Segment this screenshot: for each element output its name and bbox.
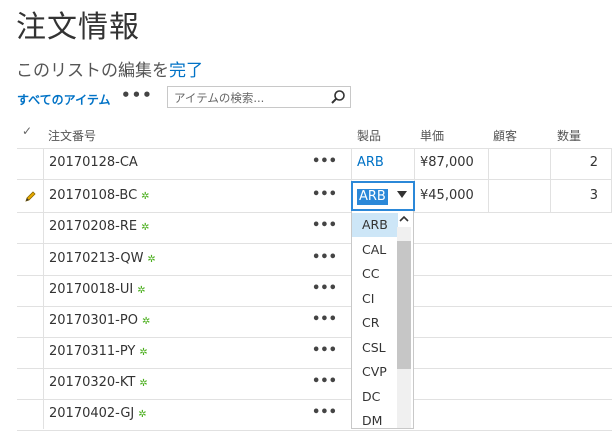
row-more-button[interactable]: ••• [312,343,337,358]
row-divider [17,306,612,307]
edit-mode-message: このリストの編集を完了 [16,56,203,81]
product-edit-cell[interactable]: ARB [351,181,415,211]
dropdown-option[interactable]: CVP [352,360,398,384]
dropdown-option[interactable]: DM [352,409,398,428]
row-more-button[interactable]: ••• [312,154,337,169]
new-item-icon: ✲ [138,409,147,420]
search-icon[interactable] [330,89,346,105]
grid-vline [488,148,489,213]
order-number-8[interactable]: 20170320-KT ✲ [49,375,148,390]
order-number-text: 20170320-KT [49,375,136,390]
column-header-order-no[interactable]: 注文番号 [48,127,96,144]
order-number-text: 20170108-BC [49,188,138,203]
view-more-button[interactable]: ••• [121,86,153,104]
new-item-icon: ✲ [141,191,150,202]
new-item-icon: ✲ [141,316,151,327]
new-item-icon: ✲ [139,378,148,389]
unit-price-cell[interactable]: ¥87,000 [420,155,474,170]
order-number-6[interactable]: 20170301-PO ✲ [49,313,150,328]
order-number-text: 20170311-PY [49,344,136,359]
new-item-icon: ✲ [137,285,146,296]
row-more-button[interactable]: ••• [312,374,337,389]
row-divider [17,368,612,369]
quantity-cell[interactable]: 3 [560,188,598,203]
new-item-icon: ✲ [141,222,150,233]
order-number-text: 20170208-RE [49,219,138,234]
header-divider [17,148,612,149]
edit-mode-text: このリストの編集を [16,61,169,81]
search-input[interactable] [168,88,324,108]
view-selector-all-items[interactable]: すべてのアイテム [17,91,110,108]
grid-vline [550,148,551,213]
product-cell[interactable]: ARB [357,155,384,170]
order-number-4[interactable]: 20170213-QW ✲ [49,251,156,266]
row-more-button[interactable]: ••• [312,312,337,327]
column-header-quantity[interactable]: 数量 [557,127,581,144]
grid-vline [43,148,44,429]
row-divider [17,275,612,276]
order-number-3[interactable]: 20170208-RE ✲ [49,219,150,234]
dropdown-scroll-thumb[interactable] [397,241,411,369]
row-more-button[interactable]: ••• [312,218,337,233]
order-number-5[interactable]: 20170018-UI ✲ [49,282,146,297]
page-title: 注文情報 [16,10,140,45]
dropdown-option[interactable]: CR [352,311,398,335]
order-number-text: 20170301-PO [49,313,138,328]
dropdown-option[interactable]: ARB [352,213,398,237]
order-number-2[interactable]: 20170108-BC ✲ [49,188,150,203]
column-header-product[interactable]: 製品 [357,127,381,144]
row-divider [17,337,612,338]
pencil-icon-glyph [25,191,36,202]
pencil-icon [23,189,37,203]
dropdown-option[interactable]: CI [352,287,398,311]
dropdown-arrow-icon[interactable] [397,191,407,198]
dropdown-option[interactable]: CAL [352,238,398,262]
scroll-up-icon[interactable] [397,211,411,227]
row-more-button[interactable]: ••• [312,250,337,265]
select-all-check[interactable]: ✓ [22,124,32,138]
dropdown-scrollbar[interactable] [397,227,411,428]
order-number-text: 20170402-GJ [49,406,135,421]
order-number-text: 20170018-UI [49,282,134,297]
order-number-1[interactable]: 20170128-CA [49,155,138,170]
product-selected-value: ARB [357,189,388,205]
new-item-icon: ✲ [147,254,156,265]
column-header-unit-price[interactable]: 単価 [420,127,444,144]
finish-editing-link[interactable]: 完了 [169,61,203,81]
dropdown-option[interactable]: DC [352,385,398,409]
order-number-text: 20170213-QW [49,251,144,266]
order-number-9[interactable]: 20170402-GJ ✲ [49,406,147,421]
order-number-7[interactable]: 20170311-PY ✲ [49,344,148,359]
row-more-button[interactable]: ••• [312,187,337,202]
dropdown-option[interactable]: CSL [352,336,398,360]
row-divider [17,243,612,244]
row-more-button[interactable]: ••• [312,281,337,296]
new-item-icon: ✲ [139,347,148,358]
row-more-button[interactable]: ••• [312,405,337,420]
dropdown-option[interactable]: CC [352,262,398,286]
search-box [167,86,351,108]
row-divider [17,212,612,213]
row-divider [17,399,612,400]
unit-price-cell[interactable]: ¥45,000 [420,188,474,203]
order-number-text: 20170128-CA [49,155,138,170]
row-divider [17,179,612,180]
quantity-cell[interactable]: 2 [560,155,598,170]
column-header-customer[interactable]: 顧客 [493,127,517,144]
product-dropdown-list[interactable]: ARB CAL CC CI CR CSL CVP DC DM [351,211,414,429]
